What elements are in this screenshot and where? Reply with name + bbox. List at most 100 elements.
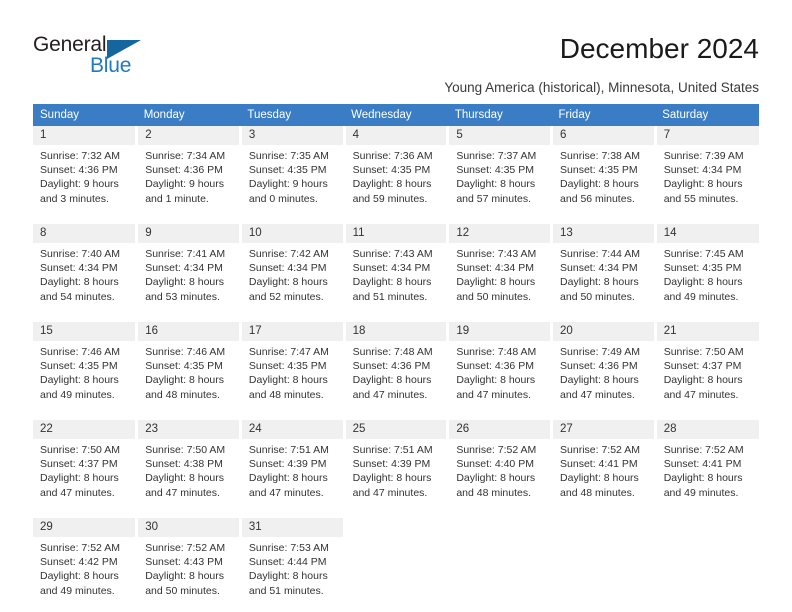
sunset-time: Sunset: 4:41 PM (663, 458, 742, 471)
page-title: December 2024 (559, 33, 759, 64)
day-details: Sunrise: 7:43 AM Sunset: 4:34 PM Daylight:… (449, 243, 550, 304)
day-cell[interactable]: 27 Sunrise: 7:52 AM Sunset: 4:41 PM Dayligh… (553, 420, 654, 510)
daylight-duration-line2: and 47 minutes. (40, 486, 115, 499)
day-cell[interactable]: 8 Sunrise: 7:40 AM Sunset: 4:34 PM Daylight… (33, 224, 136, 314)
weekday-header-monday: Monday (136, 104, 241, 126)
calendar-cell: 17 Sunrise: 7:47 AM Sunset: 4:35 PM Dayligh… (240, 322, 346, 412)
day-cell[interactable]: 26 Sunrise: 7:52 AM Sunset: 4:40 PM Dayligh… (449, 420, 551, 510)
day-cell[interactable]: 16 Sunrise: 7:46 AM Sunset: 4:35 PM Dayligh… (138, 322, 239, 412)
day-cell[interactable]: 14 Sunrise: 7:45 AM Sunset: 4:35 PM Dayligh… (656, 224, 759, 314)
calendar-cell: 31 Sunrise: 7:53 AM Sunset: 4:44 PM Dayligh… (240, 518, 346, 608)
day-cell[interactable]: 4 Sunrise: 7:36 AM Sunset: 4:35 PM Daylight… (345, 126, 447, 216)
day-cell[interactable]: 29 Sunrise: 7:52 AM Sunset: 4:42 PM Dayligh… (33, 518, 136, 608)
sunrise-time: Sunrise: 7:45 AM (663, 248, 744, 260)
daylight-duration-line2: and 48 minutes. (145, 388, 220, 401)
day-cell[interactable]: 12 Sunrise: 7:43 AM Sunset: 4:34 PM Dayligh… (449, 224, 551, 314)
sunset-time: Sunset: 4:34 PM (456, 262, 534, 275)
day-cell[interactable]: 22 Sunrise: 7:50 AM Sunset: 4:37 PM Dayligh… (33, 420, 136, 510)
day-cell[interactable]: 31 Sunrise: 7:53 AM Sunset: 4:44 PM Dayligh… (241, 518, 343, 608)
day-cell[interactable]: 15 Sunrise: 7:46 AM Sunset: 4:35 PM Dayligh… (33, 322, 136, 412)
day-details: Sunrise: 7:52 AM Sunset: 4:40 PM Daylight:… (449, 439, 550, 500)
calendar-week-row: 8 Sunrise: 7:40 AM Sunset: 4:34 PM Daylight… (33, 224, 759, 314)
daylight-duration-line2: and 50 minutes. (560, 290, 635, 303)
day-cell[interactable]: 24 Sunrise: 7:51 AM Sunset: 4:39 PM Dayligh… (241, 420, 343, 510)
day-number: 14 (656, 224, 759, 243)
day-number (449, 518, 550, 537)
daylight-duration-line1: Daylight: 8 hours (663, 472, 743, 485)
daylight-duration-line2: and 47 minutes. (456, 388, 532, 401)
daylight-duration-line2: and 0 minutes. (248, 192, 318, 205)
day-number (346, 518, 447, 537)
day-cell[interactable]: 6 Sunrise: 7:38 AM Sunset: 4:35 PM Daylight… (553, 126, 654, 216)
daylight-duration-line1: Daylight: 8 hours (663, 374, 743, 387)
day-details: Sunrise: 7:50 AM Sunset: 4:37 PM Daylight:… (33, 439, 135, 500)
calendar-cell (344, 518, 450, 608)
day-cell[interactable]: 2 Sunrise: 7:34 AM Sunset: 4:36 PM Daylight… (138, 126, 239, 216)
day-cell[interactable]: 19 Sunrise: 7:48 AM Sunset: 4:36 PM Dayligh… (449, 322, 551, 412)
week-spacer-cell (33, 314, 759, 322)
daylight-duration-line1: Daylight: 8 hours (145, 374, 224, 387)
sunrise-time: Sunrise: 7:32 AM (40, 150, 120, 162)
sunset-time: Sunset: 4:37 PM (40, 458, 118, 471)
day-cell[interactable]: 17 Sunrise: 7:47 AM Sunset: 4:35 PM Dayligh… (241, 322, 343, 412)
sunrise-time: Sunrise: 7:48 AM (352, 346, 433, 358)
day-number: 21 (656, 322, 759, 341)
empty-day-cell (449, 518, 550, 608)
day-cell[interactable]: 5 Sunrise: 7:37 AM Sunset: 4:35 PM Daylight… (449, 126, 551, 216)
day-number: 10 (241, 224, 343, 243)
sunset-time: Sunset: 4:35 PM (560, 164, 638, 177)
day-cell[interactable]: 25 Sunrise: 7:51 AM Sunset: 4:39 PM Dayligh… (345, 420, 447, 510)
day-cell[interactable]: 30 Sunrise: 7:52 AM Sunset: 4:43 PM Dayligh… (138, 518, 239, 608)
day-details: Sunrise: 7:47 AM Sunset: 4:35 PM Daylight:… (242, 341, 343, 402)
sunrise-time: Sunrise: 7:44 AM (560, 248, 640, 260)
daylight-duration-line2: and 47 minutes. (352, 388, 428, 401)
day-number: 4 (345, 126, 447, 145)
sunset-time: Sunset: 4:43 PM (145, 556, 223, 569)
day-details: Sunrise: 7:43 AM Sunset: 4:34 PM Daylight:… (346, 243, 447, 304)
day-cell[interactable]: 23 Sunrise: 7:50 AM Sunset: 4:38 PM Dayligh… (138, 420, 239, 510)
sunrise-time: Sunrise: 7:52 AM (456, 444, 537, 456)
daylight-duration-line2: and 49 minutes. (40, 388, 115, 401)
day-details: Sunrise: 7:51 AM Sunset: 4:39 PM Daylight:… (346, 439, 447, 500)
day-cell[interactable]: 9 Sunrise: 7:41 AM Sunset: 4:34 PM Daylight… (138, 224, 239, 314)
day-number: 25 (345, 420, 447, 439)
daylight-duration-line2: and 49 minutes. (663, 486, 739, 499)
sunrise-time: Sunrise: 7:38 AM (560, 150, 640, 162)
day-cell[interactable]: 7 Sunrise: 7:39 AM Sunset: 4:34 PM Daylight… (656, 126, 759, 216)
daylight-duration-line2: and 56 minutes. (560, 192, 635, 205)
day-details: Sunrise: 7:48 AM Sunset: 4:36 PM Daylight:… (449, 341, 550, 402)
day-cell[interactable]: 28 Sunrise: 7:52 AM Sunset: 4:41 PM Dayligh… (656, 420, 759, 510)
daylight-duration-line2: and 48 minutes. (248, 388, 324, 401)
sunset-time: Sunset: 4:34 PM (663, 164, 742, 177)
daylight-duration-line2: and 50 minutes. (145, 584, 220, 597)
day-number: 20 (553, 322, 654, 341)
day-cell[interactable]: 10 Sunrise: 7:42 AM Sunset: 4:34 PM Dayligh… (241, 224, 343, 314)
day-cell[interactable]: 11 Sunrise: 7:43 AM Sunset: 4:34 PM Dayligh… (345, 224, 447, 314)
sunrise-time: Sunrise: 7:52 AM (40, 542, 120, 554)
calendar-cell: 6 Sunrise: 7:38 AM Sunset: 4:35 PM Daylight… (551, 126, 657, 216)
day-details: Sunrise: 7:40 AM Sunset: 4:34 PM Daylight:… (33, 243, 135, 304)
week-spacer-cell (33, 412, 759, 420)
calendar-cell: 14 Sunrise: 7:45 AM Sunset: 4:35 PM Dayligh… (655, 224, 759, 314)
day-details: Sunrise: 7:41 AM Sunset: 4:34 PM Daylight:… (138, 243, 239, 304)
calendar-cell: 13 Sunrise: 7:44 AM Sunset: 4:34 PM Dayligh… (551, 224, 657, 314)
day-details: Sunrise: 7:45 AM Sunset: 4:35 PM Daylight:… (657, 243, 759, 304)
generalblue-logo[interactable]: General Blue (33, 33, 163, 81)
day-cell[interactable]: 13 Sunrise: 7:44 AM Sunset: 4:34 PM Dayligh… (553, 224, 654, 314)
day-cell[interactable]: 18 Sunrise: 7:48 AM Sunset: 4:36 PM Dayligh… (345, 322, 447, 412)
sunrise-time: Sunrise: 7:36 AM (352, 150, 433, 162)
sunrise-time: Sunrise: 7:51 AM (248, 444, 329, 456)
daylight-duration-line2: and 52 minutes. (248, 290, 324, 303)
daylight-duration-line1: Daylight: 8 hours (248, 570, 328, 583)
day-details: Sunrise: 7:52 AM Sunset: 4:41 PM Daylight:… (553, 439, 654, 500)
day-cell[interactable]: 20 Sunrise: 7:49 AM Sunset: 4:36 PM Dayligh… (553, 322, 654, 412)
sunset-time: Sunset: 4:39 PM (352, 458, 431, 471)
day-cell[interactable]: 3 Sunrise: 7:35 AM Sunset: 4:35 PM Daylight… (241, 126, 343, 216)
day-cell[interactable]: 21 Sunrise: 7:50 AM Sunset: 4:37 PM Dayligh… (656, 322, 759, 412)
daylight-duration-line2: and 53 minutes. (145, 290, 220, 303)
day-number: 3 (241, 126, 343, 145)
empty-day-cell (657, 518, 759, 608)
day-number: 8 (33, 224, 136, 243)
day-cell[interactable]: 1 Sunrise: 7:32 AM Sunset: 4:36 PM Daylight… (33, 126, 136, 216)
page-subtitle-location: Young America (historical), Minnesota, U… (444, 80, 759, 95)
